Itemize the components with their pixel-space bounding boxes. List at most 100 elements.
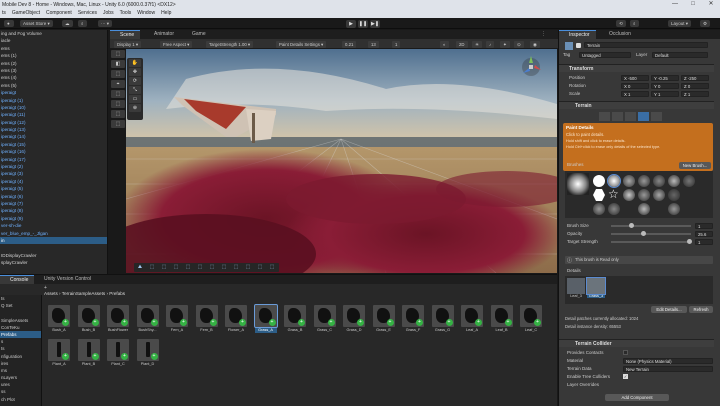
- search-toolbar-icon[interactable]: ⌕: [630, 20, 639, 27]
- brush-size-slider[interactable]: [611, 225, 691, 227]
- hand-tool-icon[interactable]: ✋: [129, 59, 141, 67]
- position-y-field[interactable]: Y -0.25: [651, 75, 679, 81]
- paint-texture-icon[interactable]: [612, 112, 623, 121]
- project-tree-item[interactable]: Prefabs: [0, 330, 41, 339]
- brush-7[interactable]: [683, 175, 695, 187]
- project-tree-item[interactable]: Q Set: [0, 302, 41, 309]
- side-tool-rect-icon[interactable]: ⬚: [111, 50, 125, 58]
- hierarchy-row[interactable]: iperaigt (17): [0, 156, 107, 163]
- asset-item[interactable]: + Plant_D: [136, 339, 159, 368]
- position-z-field[interactable]: Z -250: [681, 75, 709, 81]
- refresh-button[interactable]: Refresh: [689, 306, 713, 313]
- hierarchy-row[interactable]: splayCrawler: [0, 259, 107, 266]
- opacity-field[interactable]: 13: [368, 41, 379, 48]
- object-name-field[interactable]: Terrain: [584, 42, 708, 48]
- terrain-tool-11-icon[interactable]: ⬚: [254, 263, 266, 272]
- strength-field[interactable]: 1: [392, 41, 401, 48]
- asset-item[interactable]: + Plant_B: [77, 339, 100, 368]
- rect-tool-icon[interactable]: ▭: [129, 95, 141, 103]
- hierarchy-row[interactable]: ing and Fog Volume: [0, 30, 107, 37]
- hierarchy-row[interactable]: iperaigt (11): [0, 111, 107, 118]
- hierarchy-row[interactable]: ems (1): [0, 52, 107, 59]
- detail-item-0[interactable]: Leaf_3: [567, 278, 585, 300]
- brush-3[interactable]: [623, 175, 635, 187]
- scale-x-field[interactable]: X 1: [621, 91, 649, 97]
- brush-5[interactable]: [653, 175, 665, 187]
- aspect-dropdown[interactable]: Free Aspect ▾: [160, 41, 193, 48]
- add-component-button[interactable]: Add Component: [605, 394, 669, 401]
- tab-console[interactable]: Console: [0, 275, 35, 284]
- terrain-tool-10-icon[interactable]: ⬚: [242, 263, 254, 272]
- terrain-tool-7-icon[interactable]: ⬚: [206, 263, 218, 272]
- hierarchy-row[interactable]: in: [0, 236, 107, 245]
- hierarchy-row[interactable]: iperaigt (7): [0, 200, 107, 207]
- step-button[interactable]: ▶❚: [370, 20, 380, 28]
- hierarchy-row[interactable]: ems: [0, 45, 107, 52]
- terrain-tool-6-icon[interactable]: ⬚: [194, 263, 206, 272]
- brush-4[interactable]: [638, 175, 650, 187]
- project-tree-item[interactable]: nfiguration: [0, 353, 41, 360]
- side-tool-b-icon[interactable]: ⬚: [111, 100, 125, 108]
- brush-size-value[interactable]: 1: [695, 223, 713, 229]
- tag-dropdown[interactable]: Untagged: [579, 52, 631, 58]
- side-tool-d-icon[interactable]: ⬚: [111, 120, 125, 128]
- hierarchy-row[interactable]: iacle: [0, 37, 107, 44]
- hierarchy-row[interactable]: iperaigt (5): [0, 185, 107, 192]
- asset-item[interactable]: + Bush_A: [48, 305, 70, 334]
- terrain-tool-9-icon[interactable]: ⬚: [230, 263, 242, 272]
- detail-item-1[interactable]: Grass_3: [586, 277, 606, 300]
- menu-services[interactable]: Services: [78, 9, 97, 18]
- brush-soft-round[interactable]: [607, 174, 621, 188]
- hierarchy-row[interactable]: iperaigt (9): [0, 215, 107, 222]
- brush-hard-round[interactable]: [593, 175, 605, 187]
- hierarchy-row[interactable]: iperaigt (2): [0, 163, 107, 170]
- project-tree-item[interactable]: [0, 309, 41, 316]
- hierarchy-row[interactable]: iperaigt (12): [0, 119, 107, 126]
- transform-tool-icon[interactable]: ⊕: [129, 104, 141, 112]
- brush-size-field[interactable]: 0.21: [342, 41, 357, 48]
- tab-animator[interactable]: Animator: [144, 30, 180, 39]
- cloud-icon[interactable]: ☁: [62, 20, 73, 27]
- paint-trees-icon[interactable]: [625, 112, 636, 121]
- project-tree-item[interactable]: nLayers: [0, 374, 41, 381]
- hierarchy-row[interactable]: IDDisplayCrawler: [0, 252, 107, 259]
- tab-menu-icon[interactable]: ⋮: [538, 30, 549, 39]
- search-icon[interactable]: ⌕: [78, 20, 87, 27]
- brush-13[interactable]: [668, 189, 680, 201]
- target-strength-slider[interactable]: [611, 241, 691, 243]
- asset-item[interactable]: + Grass_B: [284, 305, 306, 334]
- terrain-tool-5-icon[interactable]: ⬚: [182, 263, 194, 272]
- asset-item[interactable]: + Grass_F: [402, 305, 424, 334]
- menu-assets[interactable]: ts: [2, 9, 6, 18]
- menu-component[interactable]: Component: [46, 9, 72, 18]
- asset-item[interactable]: + Fern_B: [195, 305, 218, 334]
- hierarchy-row[interactable]: ver-sh-die: [0, 222, 107, 229]
- raise-terrain-icon[interactable]: [599, 112, 610, 121]
- play-button[interactable]: ▶: [346, 20, 356, 28]
- tab-occlusion[interactable]: Occlusion: [599, 30, 637, 39]
- brush-hexagon[interactable]: [593, 189, 605, 201]
- side-tool-split-icon[interactable]: ◧: [111, 60, 125, 68]
- close-button[interactable]: ✕: [702, 0, 720, 9]
- asset-item[interactable]: + Bush_B: [77, 305, 100, 334]
- side-tool-target-icon[interactable]: ⌖: [111, 80, 125, 88]
- brush-star[interactable]: ☆: [608, 187, 619, 201]
- brush-size-knob[interactable]: [629, 223, 634, 228]
- more-dropdown[interactable]: ⋯ ▾: [98, 20, 113, 27]
- asset-item[interactable]: + Plant_C: [107, 339, 129, 368]
- undo-history-icon[interactable]: ⟲: [616, 20, 626, 27]
- hierarchy-row[interactable]: iperaigt (6): [0, 193, 107, 200]
- brush-11[interactable]: [638, 189, 650, 201]
- render-dropdown[interactable]: TargetStrength 1.00 ▾: [206, 41, 254, 48]
- hierarchy-row[interactable]: iperaigt (1): [0, 97, 107, 104]
- brush-10[interactable]: [623, 189, 635, 201]
- brush-6[interactable]: [668, 175, 680, 187]
- project-tree-item[interactable]: ms: [0, 367, 41, 374]
- active-checkbox[interactable]: [576, 43, 581, 48]
- hierarchy-row[interactable]: ems (4): [0, 74, 107, 81]
- effects-icon[interactable]: ✦: [500, 41, 510, 48]
- asset-item[interactable]: + Fern_A: [166, 305, 188, 334]
- side-tool-c-icon[interactable]: ⬚: [111, 110, 125, 118]
- tab-scene[interactable]: Scene: [110, 30, 141, 39]
- paint-settings-dropdown[interactable]: Paint Details Settings ▾: [276, 41, 327, 48]
